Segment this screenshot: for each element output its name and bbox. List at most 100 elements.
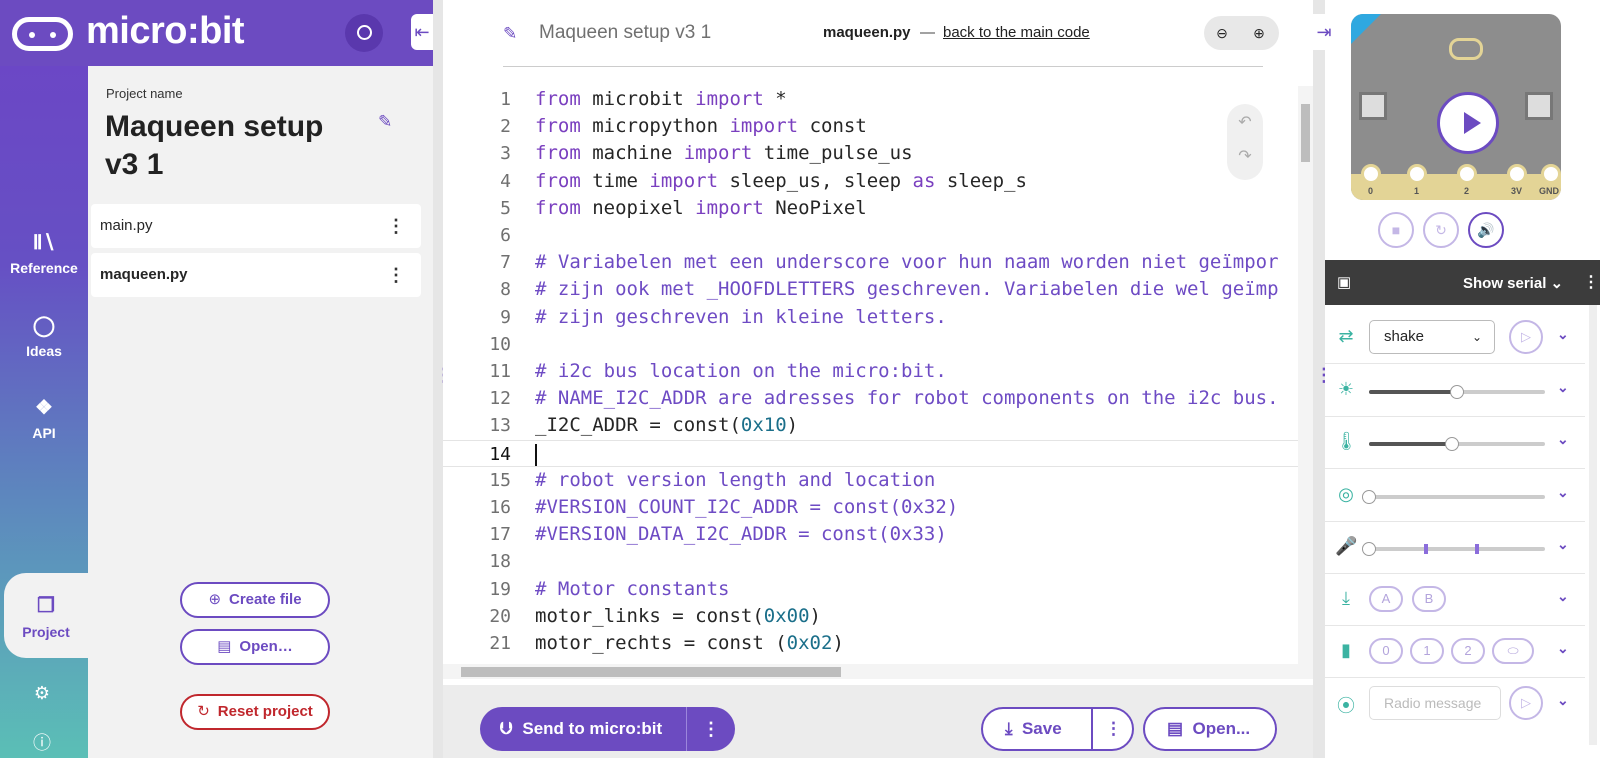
chevron-down-icon[interactable]: ⌄ — [1557, 692, 1569, 709]
code-line[interactable]: 6 — [443, 222, 1298, 250]
compass-slider[interactable] — [1362, 490, 1545, 504]
simulator-scrollbar[interactable] — [1589, 305, 1597, 745]
pin-2[interactable] — [1457, 164, 1477, 184]
code-line[interactable]: 17 #VERSION_DATA_I2C_ADDR = const(0x33) — [443, 521, 1298, 549]
open-file-button[interactable]: ▤ Open... — [1143, 707, 1277, 751]
editor-project-title[interactable]: Maqueen setup v3 1 — [539, 22, 711, 44]
open-button[interactable]: ▤ Open… — [180, 629, 330, 665]
touch-logo[interactable]: ⬭ — [1492, 638, 1534, 664]
code-line[interactable]: 20 motor_links = const(0x00) — [443, 603, 1298, 631]
code-line[interactable]: 8 # zijn ook met _HOOFDLETTERS geschreven… — [443, 276, 1298, 304]
code-line[interactable]: 14 — [443, 439, 1298, 468]
board-button-a[interactable] — [1359, 92, 1387, 120]
light-slider[interactable] — [1369, 385, 1545, 399]
touch-pin-1[interactable]: 1 — [1410, 638, 1444, 664]
edit-project-name-icon[interactable]: ✎ — [503, 24, 521, 43]
pin-1[interactable] — [1407, 164, 1427, 184]
code-line[interactable]: 5 from neopixel import NeoPixel — [443, 195, 1298, 223]
zoom-in-icon[interactable]: ⊕ — [1249, 23, 1269, 43]
edit-project-name-icon[interactable]: ✎ — [378, 112, 396, 131]
code-line[interactable]: 18 — [443, 548, 1298, 576]
help-icon[interactable]: ⓘ — [30, 729, 54, 753]
radio-message-input[interactable]: Radio message — [1369, 686, 1501, 720]
chevron-down-icon[interactable]: ⌄ — [1557, 484, 1569, 501]
code-line[interactable]: 11 # i2c bus location on the micro:bit. — [443, 358, 1298, 386]
pin-gnd[interactable] — [1541, 164, 1561, 184]
chevron-down-icon[interactable]: ⌄ — [1557, 588, 1569, 605]
code-line[interactable]: 19 # Motor constants — [443, 576, 1298, 604]
file-item-maqueen[interactable]: maqueen.py ⋮ — [91, 253, 421, 297]
settings-icon[interactable]: ⚙ — [30, 683, 54, 707]
more-vertical-icon[interactable]: ⋮ — [686, 707, 735, 751]
send-radio-icon[interactable]: ▷ — [1509, 686, 1543, 720]
slider-knob[interactable] — [1362, 542, 1376, 556]
board-button-b[interactable] — [1525, 92, 1553, 120]
sound-icon[interactable]: 🔊 — [1468, 212, 1504, 248]
chevron-down-icon[interactable]: ⌄ — [1557, 379, 1569, 396]
scrollbar-thumb[interactable] — [461, 667, 841, 677]
slider-knob[interactable] — [1444, 437, 1459, 451]
vertical-scrollbar[interactable] — [1298, 86, 1313, 666]
code-line[interactable]: 15 # robot version length and location — [443, 467, 1298, 495]
send-gesture-icon[interactable]: ▷ — [1509, 320, 1543, 354]
touch-pin-2[interactable]: 2 — [1451, 638, 1485, 664]
redo-icon[interactable]: ↷ — [1227, 146, 1263, 166]
scrollbar-thumb[interactable] — [1301, 104, 1310, 162]
send-to-microbit-button[interactable]: ⮋ Send to micro:bit ⋮ — [480, 707, 735, 751]
collapse-sidebar-icon[interactable]: ⇤ — [411, 14, 433, 50]
slider-knob[interactable] — [1362, 490, 1376, 504]
code-line[interactable]: 9 # zijn geschreven in kleine letters. — [443, 304, 1298, 332]
gesture-select[interactable]: shake ⌄ — [1369, 320, 1495, 354]
code-line[interactable]: 21 motor_rechts = const (0x02) — [443, 630, 1298, 658]
zoom-out-icon[interactable]: ⊖ — [1212, 23, 1232, 43]
play-icon[interactable] — [1437, 92, 1499, 154]
collapse-simulator-icon[interactable]: ⇥ — [1313, 14, 1335, 50]
reset-project-button[interactable]: ↻ Reset project — [180, 694, 330, 730]
pin-0[interactable] — [1361, 164, 1381, 184]
touch-pin-0[interactable]: 0 — [1369, 638, 1403, 664]
rail-item-project[interactable]: ❐ Project — [4, 593, 88, 640]
button-b[interactable]: B — [1412, 586, 1446, 612]
threshold-high-mark[interactable] — [1474, 544, 1479, 554]
slider-knob[interactable] — [1450, 385, 1464, 399]
horizontal-scrollbar[interactable] — [443, 664, 1313, 679]
rail-item-reference[interactable]: Ⅱ∖ Reference — [0, 232, 88, 276]
file-item-main[interactable]: main.py ⋮ — [91, 204, 421, 248]
code-line[interactable]: 3 from machine import time_pulse_us — [443, 140, 1298, 168]
code-line[interactable]: 13 _I2C_ADDR = const(0x10) — [443, 412, 1298, 440]
pin-3v[interactable] — [1507, 164, 1527, 184]
code-line[interactable]: 10 — [443, 331, 1298, 359]
temperature-slider[interactable] — [1369, 437, 1545, 451]
logo-touch[interactable] — [1449, 38, 1483, 60]
sound-slider[interactable] — [1362, 542, 1545, 556]
code-line[interactable]: 2 from micropython import const — [443, 113, 1298, 141]
back-to-main-link[interactable]: back to the main code — [943, 24, 1090, 41]
save-button[interactable]: ⤓ Save ⋮ — [981, 707, 1134, 751]
chevron-down-icon[interactable]: ⌄ — [1557, 326, 1569, 343]
create-file-button[interactable]: ⊕ Create file — [180, 582, 330, 618]
undo-icon[interactable]: ↶ — [1227, 112, 1263, 132]
panel-resize-handle-right[interactable]: ⋮ — [1313, 0, 1333, 758]
more-vertical-icon[interactable]: ⋮ — [1583, 272, 1599, 292]
stop-icon[interactable]: ■ — [1378, 212, 1414, 248]
button-a[interactable]: A — [1369, 586, 1403, 612]
panel-resize-handle-left[interactable]: ⋮ — [433, 0, 453, 758]
code-line[interactable]: 16 #VERSION_COUNT_I2C_ADDR = const(0x32) — [443, 494, 1298, 522]
more-vertical-icon[interactable]: ⋮ — [387, 204, 405, 248]
more-vertical-icon[interactable]: ⋮ — [1091, 709, 1134, 749]
code-area[interactable]: 1 from microbit import * 2 from micropython… — [443, 86, 1298, 664]
search-icon[interactable] — [345, 14, 383, 52]
code-line[interactable]: 7 # Variabelen met een underscore voor hu… — [443, 249, 1298, 277]
rail-item-ideas[interactable]: ◯ Ideas — [0, 315, 88, 359]
code-line[interactable]: 4 from time import sleep_us, sleep as sle… — [443, 168, 1298, 196]
more-vertical-icon[interactable]: ⋮ — [387, 253, 405, 297]
code-line[interactable]: 12 # NAME_I2C_ADDR are adresses for robot… — [443, 385, 1298, 413]
threshold-low-mark[interactable] — [1423, 544, 1428, 554]
code-line[interactable]: 1 from microbit import * — [443, 86, 1298, 114]
restart-icon[interactable]: ↻ — [1423, 212, 1459, 248]
rail-item-api[interactable]: ❖ API — [0, 397, 88, 441]
chevron-down-icon[interactable]: ⌄ — [1557, 431, 1569, 448]
chevron-down-icon[interactable]: ⌄ — [1557, 536, 1569, 553]
chevron-down-icon[interactable]: ⌄ — [1557, 640, 1569, 657]
show-serial-button[interactable]: Show serial ⌄ — [1463, 274, 1563, 292]
